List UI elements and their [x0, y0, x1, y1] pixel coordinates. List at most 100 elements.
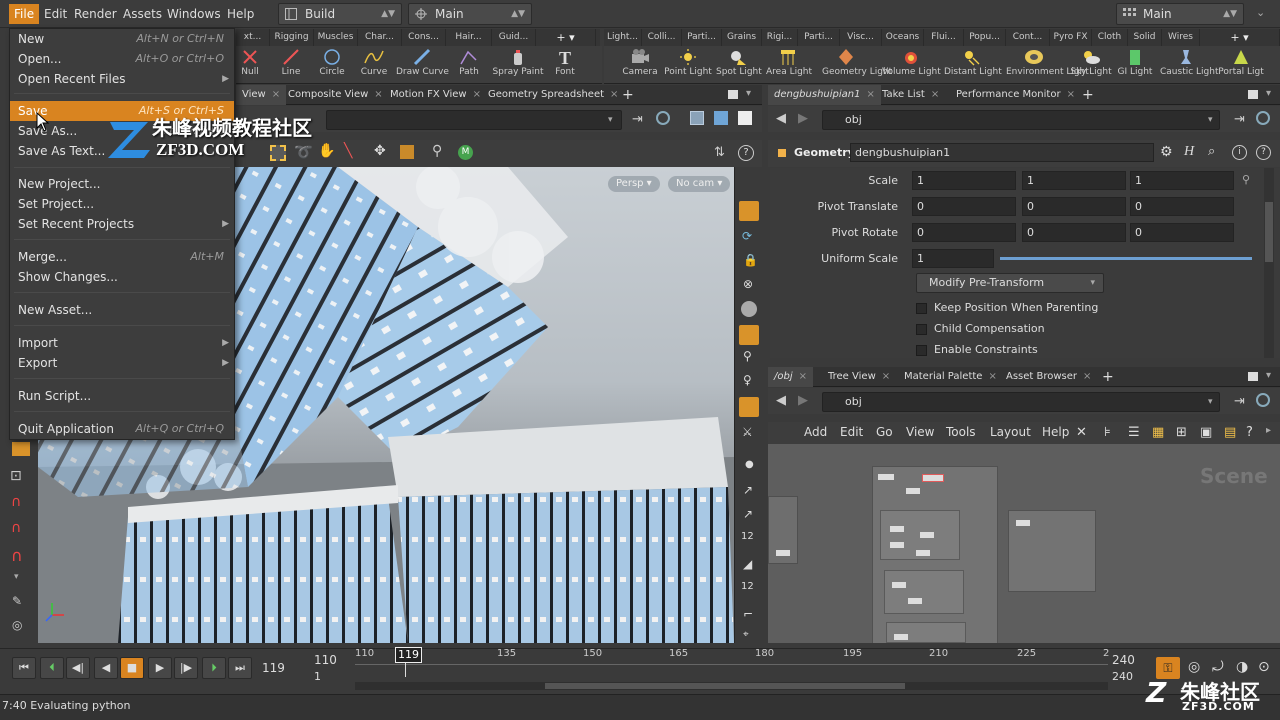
chevron-down-icon[interactable]: ▾ [746, 88, 751, 99]
maximize-icon[interactable] [1248, 372, 1258, 381]
network-menu-layout[interactable]: Layout [990, 425, 1031, 439]
menu-item-set-recent-projects[interactable]: Set Recent Projects ▶ [10, 214, 234, 234]
add-tab-button[interactable]: + [1076, 85, 1100, 105]
magnet-icon[interactable]: ∩ [11, 546, 23, 565]
menu-item-open[interactable]: Open... Alt+O or Ctrl+O [10, 49, 234, 69]
back-arrow-icon[interactable]: ◀ [776, 111, 786, 126]
close-icon[interactable]: × [1083, 371, 1091, 382]
pin-icon[interactable]: ⇥ [1234, 394, 1245, 409]
chevron-down-icon[interactable]: ▾ [608, 115, 613, 125]
forward-arrow-icon[interactable]: ▶ [798, 111, 808, 126]
menu-item-merge[interactable]: Merge... Alt+M [10, 247, 234, 267]
chevron-down-icon[interactable]: ▾ [14, 572, 19, 582]
tab-parameters[interactable]: dengbushuipian1 × [768, 85, 881, 105]
shelf-tab[interactable]: Pyro FX [1050, 29, 1092, 46]
paint-icon[interactable]: ✎ [12, 594, 22, 608]
handle-icon[interactable]: ✥ [374, 143, 386, 159]
menu-item-new-project[interactable]: New Project... [10, 174, 234, 194]
tab-composite-view[interactable]: Composite View × [282, 85, 389, 105]
chevron-right-icon[interactable]: ▸ [1266, 425, 1271, 436]
shelf-tab[interactable]: Grains [722, 29, 762, 46]
select-tool-icon[interactable]: ⊡ [10, 468, 22, 484]
bulb-icon[interactable]: ♀ [743, 373, 752, 387]
shading-icon[interactable] [741, 301, 757, 317]
pivot-rotate-x-field[interactable]: 0 [912, 223, 1016, 242]
tab-tree-view[interactable]: Tree View × [822, 367, 896, 387]
toolbar-options-icon[interactable]: ⇅ [714, 145, 725, 160]
prim-icon[interactable]: ◢ [743, 557, 752, 571]
network-node[interactable] [1016, 520, 1030, 526]
scale-x-field[interactable]: 1 [912, 171, 1016, 190]
tool-font[interactable]: T Font [552, 46, 578, 84]
child-compensation-checkbox[interactable] [916, 324, 927, 335]
menu-help[interactable]: Help [222, 4, 259, 24]
tool-sky-light[interactable]: Sky Light [1070, 46, 1112, 84]
tool-spot-light[interactable]: Spot Light [716, 46, 762, 84]
range-start-field[interactable]: 110 [314, 653, 337, 667]
link-icon[interactable] [656, 111, 670, 125]
pivot-rotate-y-field[interactable]: 0 [1022, 223, 1126, 242]
handle-tool-icon[interactable] [12, 442, 30, 456]
tab-performance-monitor[interactable]: Performance Monitor × [950, 85, 1081, 105]
maximize-icon[interactable] [1248, 90, 1258, 99]
network-node[interactable] [776, 550, 790, 556]
viewport-path-field[interactable] [326, 110, 622, 130]
desktop-selector[interactable]: Build ▲▼ [278, 3, 402, 25]
sculpt-icon[interactable]: ◎ [12, 618, 22, 632]
current-frame-field[interactable]: 119 [262, 661, 285, 675]
node-name-field[interactable]: dengbushuipian1 [850, 143, 1154, 162]
magnet-icon[interactable]: ∩ [11, 494, 21, 510]
camera-icon[interactable]: ⌖ [743, 629, 749, 640]
laser-select-icon[interactable]: ╲ [344, 143, 352, 159]
uniform-scale-slider-track[interactable] [1000, 257, 1252, 260]
lock-icon[interactable]: 🔒 [743, 253, 758, 267]
tool-environment-light[interactable]: Environment Light [1006, 46, 1089, 84]
menu-item-new[interactable]: New Alt+N or Ctrl+N [10, 29, 234, 49]
chevron-down-icon[interactable]: ▾ [1266, 88, 1271, 99]
point-numbers-icon[interactable]: 12 [741, 531, 754, 542]
step-back-key-button[interactable]: ⏴ [40, 657, 64, 679]
link-icon[interactable] [1256, 393, 1270, 407]
network-node[interactable] [894, 634, 908, 640]
shelf-tab[interactable]: Cons... [402, 29, 446, 46]
help-icon[interactable]: ? [738, 145, 754, 161]
current-frame-marker[interactable]: 119 [395, 647, 422, 663]
info-icon[interactable]: i [1232, 145, 1247, 160]
shelf-tab[interactable]: Flui... [924, 29, 964, 46]
snapshot-icon[interactable] [714, 111, 728, 125]
light-icon[interactable] [739, 325, 759, 345]
snap-icon[interactable]: ⚲ [432, 143, 442, 159]
maximize-icon[interactable] [728, 90, 738, 99]
tool-area-light[interactable]: Area Light [766, 46, 812, 84]
shelf-tab[interactable]: Rigging [270, 29, 314, 46]
tool-spray-paint[interactable]: Spray Paint [492, 46, 544, 84]
close-icon[interactable]: × [882, 371, 890, 382]
network-node[interactable] [916, 550, 930, 556]
magnet-icon[interactable]: ∩ [11, 520, 21, 536]
image-icon[interactable]: ▣ [1200, 425, 1212, 440]
scale-y-field[interactable]: 1 [1022, 171, 1126, 190]
network-menu-go[interactable]: Go [876, 425, 893, 439]
tool-point-light[interactable]: Point Light [664, 46, 712, 84]
background-icon[interactable] [739, 397, 759, 417]
wrench-icon[interactable]: ✕ [1076, 425, 1087, 440]
menu-windows[interactable]: Windows [162, 4, 226, 24]
network-node[interactable] [892, 582, 906, 588]
back-arrow-icon[interactable]: ◀ [776, 393, 786, 408]
next-key-button[interactable]: |▶ [174, 657, 198, 679]
gear-icon[interactable]: ⚙ [1160, 144, 1173, 160]
tree-icon[interactable]: ⊧ [1104, 425, 1111, 440]
tool-portal-light[interactable]: Portal Ligt [1218, 46, 1264, 84]
shelf-tab[interactable]: Colli... [642, 29, 682, 46]
step-forward-key-button[interactable]: ⏵ [202, 657, 226, 679]
shelf-tab[interactable]: Visc... [840, 29, 882, 46]
ghost-icon[interactable]: ⟳ [742, 229, 752, 243]
shelf-tab[interactable]: Cloth [1092, 29, 1128, 46]
tool-null[interactable]: Null [236, 46, 264, 84]
network-node[interactable] [908, 598, 922, 604]
close-icon[interactable]: × [374, 89, 382, 100]
shelf-tab[interactable]: Guid... [492, 29, 536, 46]
x-ray-icon[interactable]: ⊗ [743, 277, 753, 291]
display-options-icon[interactable] [738, 111, 752, 125]
uniform-scale-field[interactable]: 1 [912, 249, 994, 268]
